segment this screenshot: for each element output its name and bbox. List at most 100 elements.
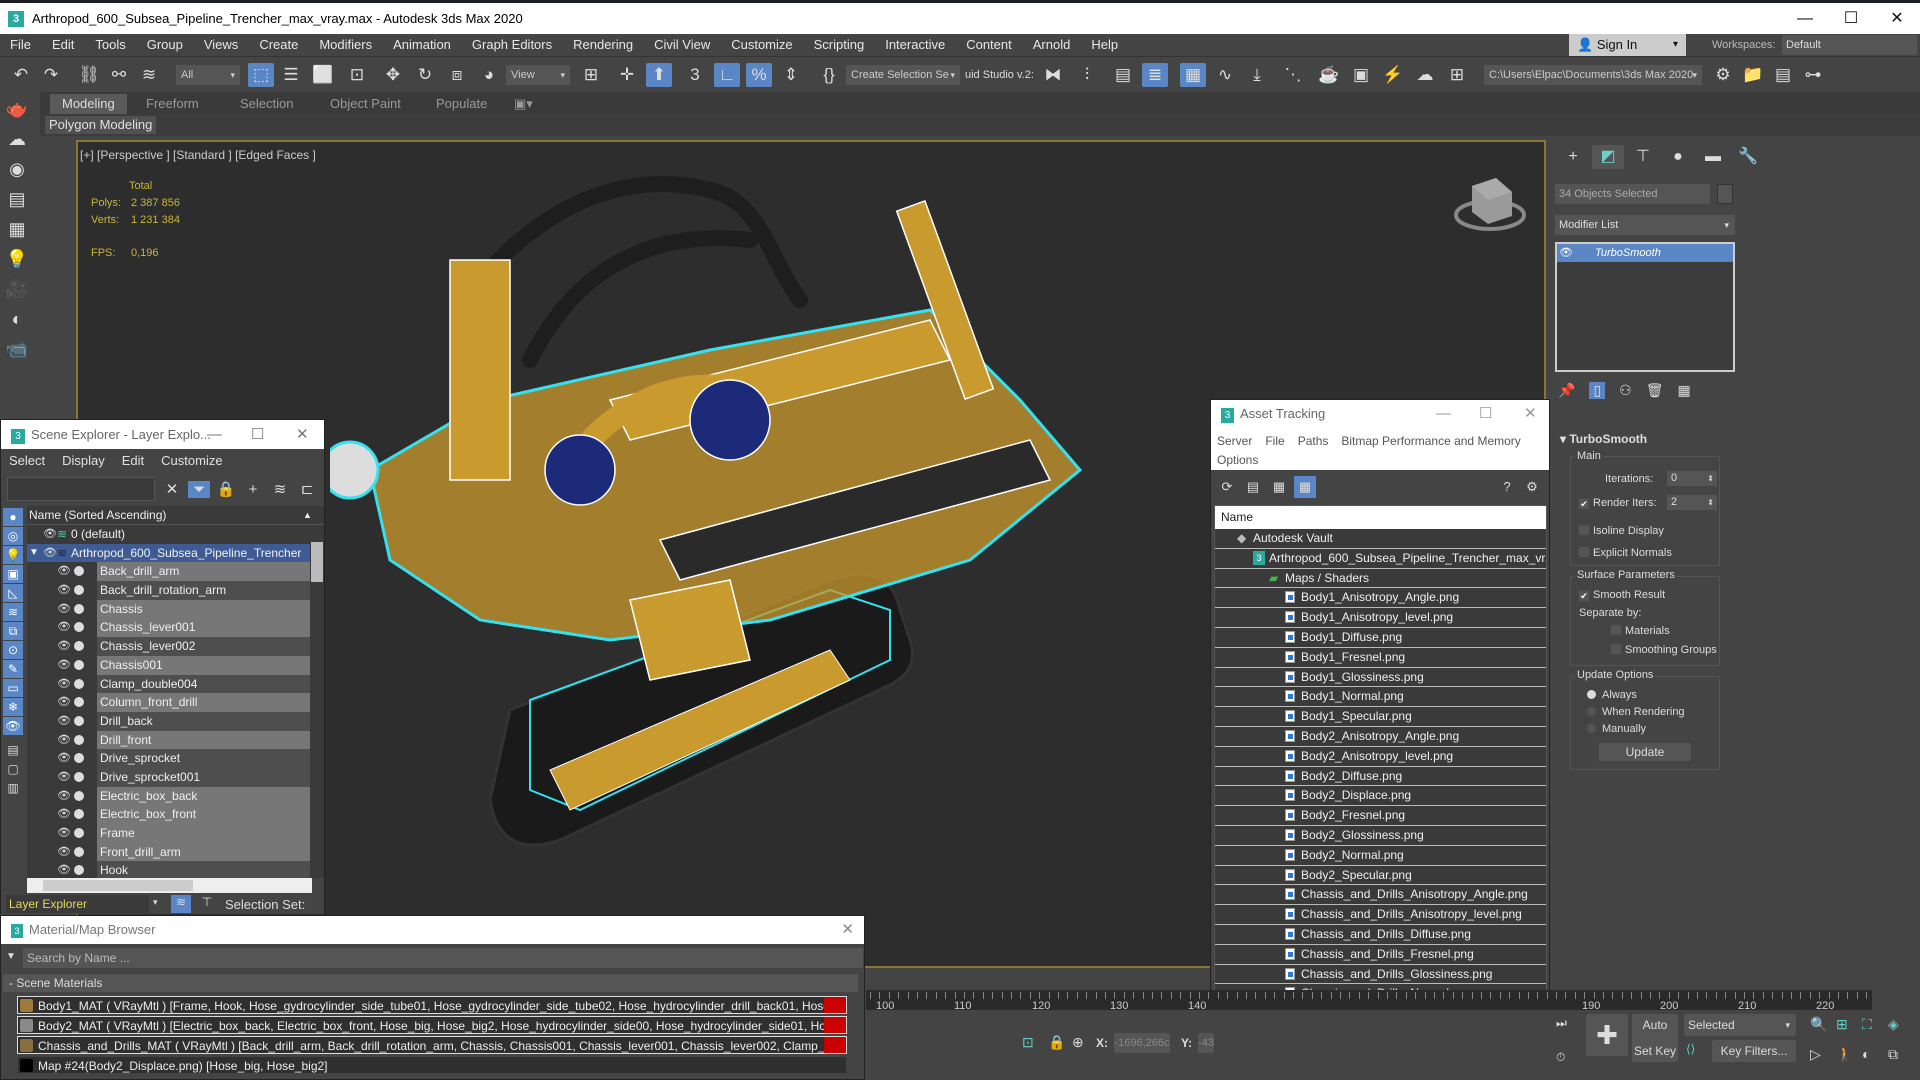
menu-views[interactable]: Views	[194, 34, 249, 56]
eye-icon[interactable]: 👁	[57, 861, 71, 878]
render-iters-spinner[interactable]: 2	[1667, 495, 1717, 510]
add-to-layer-icon[interactable]: ≋	[269, 480, 291, 498]
reference-coordinate-dropdown[interactable]: View	[506, 65, 570, 85]
invert-display-icon[interactable]: ▥	[3, 779, 23, 797]
map-file-row[interactable]: Body1_Anisotropy_level.png	[1215, 608, 1546, 628]
xrefs-filter-icon[interactable]: ⊙	[3, 641, 23, 659]
map-file-row[interactable]: Body1_Fresnel.png	[1215, 647, 1546, 668]
spinner-snap-icon[interactable]: ⇕	[778, 63, 804, 87]
place-icon[interactable]: ◕	[476, 63, 502, 87]
menu-graph-editors[interactable]: Graph Editors	[462, 34, 563, 56]
display-none-icon[interactable]: ▢	[3, 760, 23, 778]
menu-customize[interactable]: Customize	[721, 34, 803, 56]
select-object-icon[interactable]: ⬚	[248, 63, 274, 87]
when-rendering-radio[interactable]: When Rendering	[1587, 706, 1685, 718]
project-folder-dropdown[interactable]: C:\Users\Elpac\Documents\3ds Max 2020	[1484, 65, 1702, 85]
new-layer-icon[interactable]: +	[242, 481, 264, 498]
project-tree-icon[interactable]: ⊶	[1800, 63, 1826, 87]
curve-editor-icon[interactable]: ∿	[1212, 63, 1238, 87]
teapot-create-icon[interactable]: 🫖	[3, 96, 31, 122]
eye-icon[interactable]: 👁	[57, 768, 71, 787]
map-file-row[interactable]: Body1_Diffuse.png	[1215, 627, 1546, 648]
bones-filter-icon[interactable]: ✎	[3, 660, 23, 678]
dope-sheet-icon[interactable]: ⤓	[1244, 63, 1270, 87]
panel-list-icon[interactable]: ▤	[3, 186, 31, 212]
select-by-name-icon[interactable]: ☰	[278, 63, 304, 87]
frozen-filter-icon[interactable]: ❄	[3, 698, 23, 716]
cloud-icon[interactable]: ☁	[3, 126, 31, 152]
modifier-stack[interactable]: 👁 TurboSmooth	[1555, 242, 1735, 372]
field-of-view-icon[interactable]: ▷	[1810, 1046, 1821, 1063]
pin-stack-icon[interactable]: 📌	[1558, 382, 1575, 399]
search-options-icon[interactable]: ▼	[6, 951, 16, 962]
lock-icon[interactable]: 🔒	[215, 480, 237, 498]
object-row[interactable]: 👁 Electric_box_front	[27, 805, 324, 825]
isolate-selection-icon[interactable]: ⊡	[1022, 1034, 1034, 1051]
helpers-filter-icon[interactable]: ◺	[3, 584, 23, 602]
pivot-center-icon[interactable]: ⊞	[578, 63, 604, 87]
map-file-row[interactable]: Body2_Diffuse.png	[1215, 766, 1546, 787]
scene-explorer-search-input[interactable]	[7, 477, 155, 501]
bind-space-warp-icon[interactable]: ≋	[136, 63, 162, 87]
mirror-icon[interactable]: ⧓	[1040, 63, 1066, 87]
x-coordinate-field[interactable]: -1696,266c	[1114, 1033, 1170, 1053]
scene-materials-section[interactable]: - Scene Materials	[3, 974, 858, 992]
help-settings-icon[interactable]: ⚙	[1521, 476, 1543, 498]
create-tab-icon[interactable]: +	[1557, 145, 1589, 169]
eye-icon[interactable]: 👁	[57, 824, 71, 843]
folder-row[interactable]: ▰ Maps / Shaders	[1215, 568, 1546, 589]
close-button[interactable]: ✕	[1874, 3, 1920, 34]
rotate-icon[interactable]: ↻	[412, 63, 438, 87]
goto-end-icon[interactable]: ⏭	[1556, 1016, 1567, 1031]
zoom-icon[interactable]: 🔍	[1810, 1016, 1827, 1033]
material-editor-icon[interactable]: ☕	[1316, 63, 1342, 87]
containers-filter-icon[interactable]: ▭	[3, 679, 23, 697]
display-tab-icon[interactable]: ▬	[1697, 145, 1729, 169]
eye-icon[interactable]: 👁	[57, 675, 71, 694]
sign-in-dropdown[interactable]: 👤 Sign In	[1569, 34, 1686, 56]
map-file-row[interactable]: Body1_Glossiness.png	[1215, 667, 1546, 688]
object-row[interactable]: 👁 Electric_box_back	[27, 786, 324, 806]
scene-explorer-titlebar[interactable]: 3 Scene Explorer - Layer Explo... — ☐ ✕	[1, 420, 324, 449]
configure-modifier-sets-icon[interactable]: ▦	[1678, 382, 1691, 399]
map-file-row[interactable]: Chassis_and_Drills_Anisotropy_Angle.png	[1215, 885, 1546, 906]
percent-snap-icon[interactable]: %	[746, 63, 772, 87]
object-row[interactable]: 👁 Column_front_drill	[27, 693, 324, 712]
menu-modifiers[interactable]: Modifiers	[309, 34, 383, 56]
se-menu-edit[interactable]: Edit	[114, 453, 153, 468]
eye-icon[interactable]: 👁	[57, 562, 71, 581]
map-file-row[interactable]: Body2_Fresnel.png	[1215, 806, 1546, 826]
at-menu-file[interactable]: File	[1265, 434, 1284, 448]
tab-populate[interactable]: Populate	[424, 94, 499, 114]
map-file-row[interactable]: Body2_Displace.png	[1215, 786, 1546, 807]
trencher-3d-model[interactable]	[330, 140, 1210, 920]
menu-content[interactable]: Content	[956, 34, 1023, 56]
minimize-button[interactable]: —	[1782, 3, 1828, 34]
update-button[interactable]: Update	[1599, 743, 1691, 761]
eye-icon[interactable]: 👁	[57, 805, 71, 824]
render-frame-icon[interactable]: ◉	[3, 156, 31, 182]
y-coordinate-field[interactable]: -43	[1198, 1033, 1214, 1053]
render-frame-window-icon[interactable]: ⊞	[1444, 63, 1470, 87]
at-menu-bitmap-performance-and-memory[interactable]: Bitmap Performance and Memory	[1341, 434, 1520, 448]
menu-help[interactable]: Help	[1081, 34, 1129, 56]
hidden-filter-icon[interactable]: 👁	[3, 717, 23, 735]
render-in-cloud-icon[interactable]: ☁	[1412, 63, 1438, 87]
display-all-icon[interactable]: ▤	[3, 741, 23, 759]
map-file-row[interactable]: Body2_Specular.png	[1215, 865, 1546, 886]
smooth-result-checkbox[interactable]: ✔ Smooth Result	[1579, 589, 1665, 601]
link-icon[interactable]: ⛓	[76, 63, 102, 87]
align-icon[interactable]: ⫶	[1074, 63, 1100, 87]
menu-group[interactable]: Group	[137, 34, 194, 56]
hierarchy-tab-icon[interactable]: ⊤	[1627, 145, 1659, 169]
utilities-tab-icon[interactable]: 🔧	[1732, 145, 1764, 169]
se-menu-select[interactable]: Select	[1, 453, 54, 468]
viewcube[interactable]	[1450, 170, 1530, 240]
map-file-row[interactable]: Body2_Anisotropy_Angle.png	[1215, 726, 1546, 747]
trackbar-right[interactable]: 190 200 210 220	[1552, 990, 1872, 1012]
render-setup-icon[interactable]: ▣	[1348, 63, 1374, 87]
object-row[interactable]: 👁 Chassis_lever002	[27, 637, 324, 656]
shapes-filter-icon[interactable]: ◎	[3, 527, 23, 545]
set-key-button[interactable]: Set Key	[1632, 1040, 1678, 1062]
object-row[interactable]: 👁 Back_drill_arm	[27, 562, 324, 582]
